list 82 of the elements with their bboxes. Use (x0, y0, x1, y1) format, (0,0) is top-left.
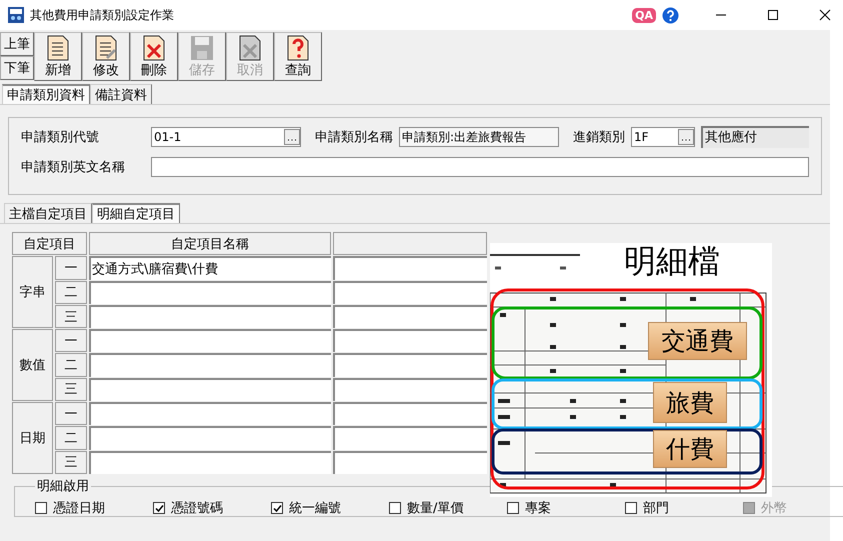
document-icon (238, 35, 262, 61)
document-icon (286, 35, 310, 61)
checkbox-option[interactable]: 部門 (625, 499, 743, 517)
tab[interactable]: 備註資料 (90, 84, 152, 104)
document-icon (94, 35, 118, 61)
checkbox-option[interactable]: 憑證日期 (35, 499, 153, 517)
checkbox[interactable] (389, 502, 401, 514)
row-number: 一 (55, 256, 87, 280)
toolbar-button[interactable]: 刪除 (130, 32, 178, 81)
name-cell[interactable] (89, 280, 331, 304)
tab[interactable]: 主檔自定項目 (4, 203, 92, 223)
close-icon[interactable] (819, 9, 831, 21)
english-name-field[interactable] (151, 157, 809, 177)
record-nav-button[interactable]: 上筆 (0, 32, 34, 56)
document-icon (46, 35, 70, 61)
browse-button[interactable] (678, 129, 694, 145)
help-icon[interactable] (662, 6, 679, 24)
english-name-cell[interactable] (333, 329, 487, 352)
record-nav-button[interactable]: 下筆 (0, 56, 34, 80)
toolbar-button[interactable]: 修改 (82, 32, 130, 81)
checkbox-option[interactable]: 統一編號 (271, 499, 389, 517)
column-header: 自定項目名稱 (89, 232, 331, 256)
row-number: 一 (55, 329, 87, 352)
field-label: 進銷類別 (573, 129, 625, 146)
row-number: 三 (55, 304, 87, 328)
name-cell[interactable] (89, 450, 331, 474)
name-cell[interactable] (89, 304, 331, 328)
app-icon (8, 7, 24, 23)
checkbox[interactable] (271, 502, 283, 514)
english-name-cell[interactable] (333, 450, 487, 474)
checkbox[interactable] (153, 502, 165, 514)
row-number: 二 (55, 353, 87, 377)
english-name-cell[interactable] (333, 426, 487, 450)
name-cell[interactable] (89, 378, 331, 402)
row-number: 二 (55, 426, 87, 450)
row-number: 一 (55, 402, 87, 426)
toolbar-button[interactable]: 新增 (34, 32, 82, 81)
row-number: 三 (55, 450, 87, 474)
code-field[interactable]: 01-1 (151, 127, 301, 147)
name-field[interactable]: 申請類別:出差旅費報告 (399, 127, 559, 147)
row-number: 三 (55, 378, 87, 402)
document-icon (142, 35, 166, 61)
field-label: 申請類別名稱 (315, 129, 393, 146)
english-name-cell[interactable] (333, 256, 487, 280)
qa-badge[interactable]: QA (632, 8, 656, 22)
tab[interactable]: 明細自定項目 (92, 203, 180, 223)
name-cell[interactable] (89, 402, 331, 426)
group-label: 日期 (12, 402, 53, 474)
callout-label: 旅費 (653, 382, 727, 423)
checkbox-option[interactable]: 憑證號碼 (153, 499, 271, 517)
english-name-cell[interactable] (333, 378, 487, 402)
overlay-title: 明細檔 (624, 243, 720, 279)
english-name-cell[interactable] (333, 402, 487, 426)
group-label: 數值 (12, 329, 53, 402)
checkbox[interactable] (35, 502, 47, 514)
writeoff-field[interactable]: 1F (631, 127, 695, 147)
callout-label: 交通費 (648, 322, 747, 360)
tab[interactable]: 申請類別資料 (2, 84, 90, 104)
window-title: 其他費用申請類別設定作業 (30, 6, 174, 24)
name-cell[interactable] (89, 329, 331, 352)
browse-button[interactable] (284, 129, 300, 145)
name-cell[interactable]: 交通方式\膳宿費\什費 (89, 256, 331, 280)
english-name-cell[interactable] (333, 304, 487, 328)
writeoff-description: 其他應付 (701, 126, 809, 148)
name-cell[interactable] (89, 353, 331, 377)
group-label: 字串 (12, 256, 53, 328)
checkbox-option[interactable]: 數量/單價 (389, 499, 507, 517)
group-title: 明細啟用 (36, 478, 90, 495)
toolbar-button[interactable]: 查詢 (274, 32, 322, 81)
floppy-icon (190, 35, 214, 61)
checkbox[interactable] (507, 502, 519, 514)
name-cell[interactable] (89, 426, 331, 450)
field-label: 申請類別代號 (21, 129, 100, 146)
field-label: 申請類別英文名稱 (21, 159, 126, 176)
checkbox-option[interactable]: 專案 (507, 499, 625, 517)
checkbox[interactable] (625, 502, 637, 514)
english-name-cell[interactable] (333, 353, 487, 377)
row-number: 二 (55, 280, 87, 304)
english-name-cell[interactable] (333, 280, 487, 304)
callout-label: 什費 (653, 430, 727, 468)
column-header: 自定項目 (12, 232, 87, 256)
maximize-icon[interactable] (767, 9, 779, 21)
